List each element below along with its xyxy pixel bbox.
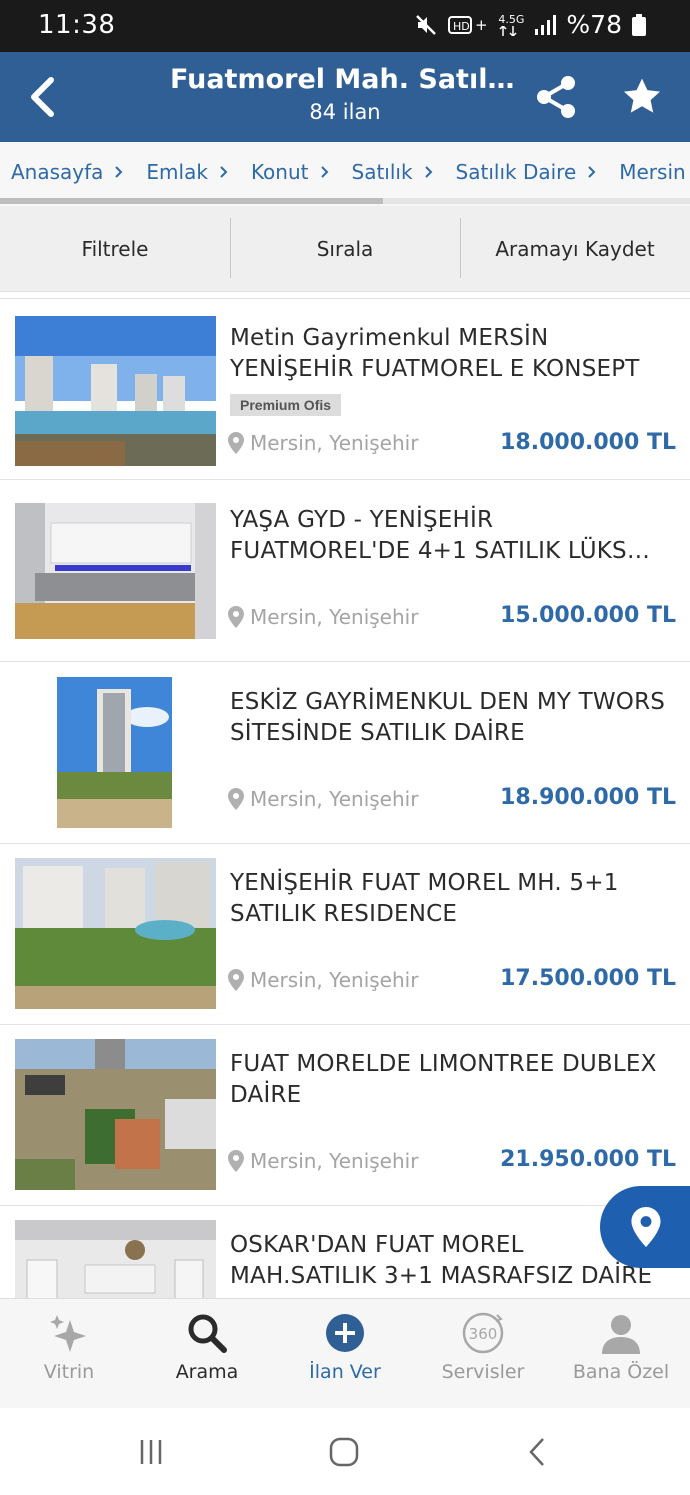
location-pin-icon	[228, 1150, 244, 1172]
listing-price: 17.500.000 TL	[500, 966, 676, 991]
status-time: 11:38	[38, 10, 116, 40]
listing-price: 21.950.000 TL	[500, 1147, 676, 1172]
result-count: 84 ilan	[309, 100, 381, 124]
breadcrumb-item[interactable]: Satılık	[352, 160, 435, 184]
listing-photo	[57, 677, 172, 828]
search-icon	[188, 1314, 227, 1353]
listing-location: Mersin, Yenişehir	[228, 605, 418, 629]
nav-services-label: Servisler	[441, 1361, 525, 1383]
app-header: Fuatmorel Mah. Satılık… 84 ilan	[0, 52, 690, 142]
network-type: 4.5G	[498, 13, 524, 36]
recent-apps-button[interactable]	[131, 1432, 171, 1472]
save-search-button[interactable]: Aramayı Kaydet	[460, 206, 690, 291]
chevron-right-icon	[115, 166, 123, 178]
breadcrumb-scrollbar[interactable]	[0, 198, 690, 204]
listing-title[interactable]: FUAT MORELDE LIMONTREE DUBLEX DAİRE	[230, 1049, 670, 1111]
listing-photo	[15, 503, 216, 639]
nav-profile[interactable]: Bana Özel	[552, 1299, 690, 1408]
filter-button[interactable]: Filtrele	[0, 206, 230, 291]
svg-text:360: 360	[469, 1325, 498, 1343]
360-view-icon: 360	[462, 1312, 504, 1354]
svg-text:+: +	[475, 16, 488, 34]
premium-badge: Premium Ofis	[230, 394, 342, 416]
listing-item[interactable]: FUAT MORELDE LIMONTREE DUBLEX DAİRE Mers…	[0, 1025, 690, 1206]
system-back-button[interactable]	[517, 1432, 557, 1472]
listing-item[interactable]: ESKİZ GAYRİMENKUL DEN MY TWORS SİTESİNDE…	[0, 663, 690, 844]
back-button[interactable]	[20, 74, 64, 120]
breadcrumb[interactable]: Anasayfa Emlak Konut Satılık Satılık Dai…	[0, 142, 690, 206]
listing-location: Mersin, Yenişehir	[228, 1149, 418, 1173]
plus-circle-icon	[326, 1314, 364, 1352]
star-icon	[623, 78, 661, 113]
listing-photo	[15, 316, 216, 466]
back-arrow-icon	[529, 1438, 544, 1466]
listing-location: Mersin, Yenişehir	[228, 431, 418, 455]
sort-button[interactable]: Sırala	[230, 206, 460, 291]
listing-location: Mersin, Yenişehir	[228, 968, 418, 992]
hd-volte-icon: HD +	[448, 15, 488, 34]
nav-search-label: Arama	[175, 1361, 239, 1383]
data-arrows-icon	[499, 25, 517, 36]
status-icons: HD + 4.5G %78	[414, 10, 646, 39]
svg-text:HD: HD	[453, 20, 470, 33]
location-pin-icon	[228, 788, 244, 810]
scrollbar-thumb[interactable]	[0, 198, 383, 204]
chevron-left-icon	[31, 77, 54, 117]
location-pin-icon	[228, 969, 244, 991]
breadcrumb-item[interactable]: Mersin	[619, 160, 690, 184]
breadcrumb-item[interactable]: Emlak	[146, 160, 230, 184]
breadcrumb-item[interactable]: Konut	[251, 160, 331, 184]
listing-location: Mersin, Yenişehir	[228, 787, 418, 811]
share-icon	[537, 76, 575, 118]
nav-services[interactable]: 360 Servisler	[414, 1299, 552, 1408]
chevron-right-icon	[220, 166, 228, 178]
system-nav-bar	[0, 1408, 690, 1495]
nav-profile-label: Bana Özel	[572, 1361, 670, 1383]
location-pin-icon	[228, 606, 244, 628]
sparkle-icon	[50, 1315, 86, 1352]
listing-photo	[15, 1039, 216, 1190]
signal-icon	[535, 14, 557, 35]
action-bar: Filtrele Sırala Aramayı Kaydet	[0, 206, 690, 292]
listing-photo	[15, 858, 216, 1009]
chevron-right-icon	[320, 166, 328, 178]
listing-title[interactable]: YENİŞEHİR FUAT MOREL MH. 5+1 SATILIK RES…	[230, 868, 670, 930]
status-bar: 11:38 HD + 4.5G %78	[0, 0, 690, 52]
page-title: Fuatmorel Mah. Satılık…	[170, 64, 520, 95]
chevron-right-icon	[588, 166, 596, 178]
home-button[interactable]	[324, 1432, 364, 1472]
listing-title[interactable]: Metin Gayrimenkul MERSİN YENİŞEHİR FUATM…	[230, 323, 670, 385]
listing-price: 15.000.000 TL	[500, 603, 676, 628]
listing-item[interactable]: Metin Gayrimenkul MERSİN YENİŞEHİR FUATM…	[0, 299, 690, 480]
listing-price: 18.900.000 TL	[500, 785, 676, 810]
listing-price: 18.000.000 TL	[500, 430, 676, 455]
listing-list[interactable]: Metin Gayrimenkul MERSİN YENİŞEHİR FUATM…	[0, 298, 690, 1298]
favorite-button[interactable]	[618, 72, 666, 122]
nav-showcase-label: Vitrin	[43, 1361, 95, 1383]
listing-item[interactable]: YENİŞEHİR FUAT MOREL MH. 5+1 SATILIK RES…	[0, 844, 690, 1025]
nav-post-ad-label: İlan Ver	[309, 1361, 381, 1383]
chevron-right-icon	[424, 166, 432, 178]
nav-search[interactable]: Arama	[138, 1299, 276, 1408]
bottom-nav: Vitrin Arama İlan Ver 360 Servisler Bana…	[0, 1298, 690, 1408]
user-icon	[602, 1315, 640, 1354]
battery-level: %78	[566, 10, 622, 39]
nav-showcase[interactable]: Vitrin	[0, 1299, 138, 1408]
battery-icon	[632, 13, 646, 36]
breadcrumb-item[interactable]: Anasayfa	[11, 160, 125, 184]
map-pin-icon	[631, 1207, 661, 1247]
share-button[interactable]	[532, 72, 580, 122]
listing-item[interactable]: YAŞA GYD - YENİŞEHİR FUATMOREL'DE 4+1 SA…	[0, 481, 690, 662]
breadcrumb-item[interactable]: Satılık Daire	[456, 160, 599, 184]
mute-icon	[416, 14, 437, 35]
nav-post-ad[interactable]: İlan Ver	[276, 1299, 414, 1408]
listing-title[interactable]: ESKİZ GAYRİMENKUL DEN MY TWORS SİTESİNDE…	[230, 687, 670, 749]
map-view-button[interactable]	[600, 1186, 690, 1268]
listing-photo	[15, 1220, 216, 1298]
listing-item[interactable]: OSKAR'DAN FUAT MOREL MAH.SATILIK 3+1 MAS…	[0, 1206, 690, 1298]
location-pin-icon	[228, 432, 244, 454]
recent-apps-icon	[140, 1440, 162, 1464]
listing-title[interactable]: YAŞA GYD - YENİŞEHİR FUATMOREL'DE 4+1 SA…	[230, 505, 670, 567]
home-icon	[329, 1437, 359, 1467]
